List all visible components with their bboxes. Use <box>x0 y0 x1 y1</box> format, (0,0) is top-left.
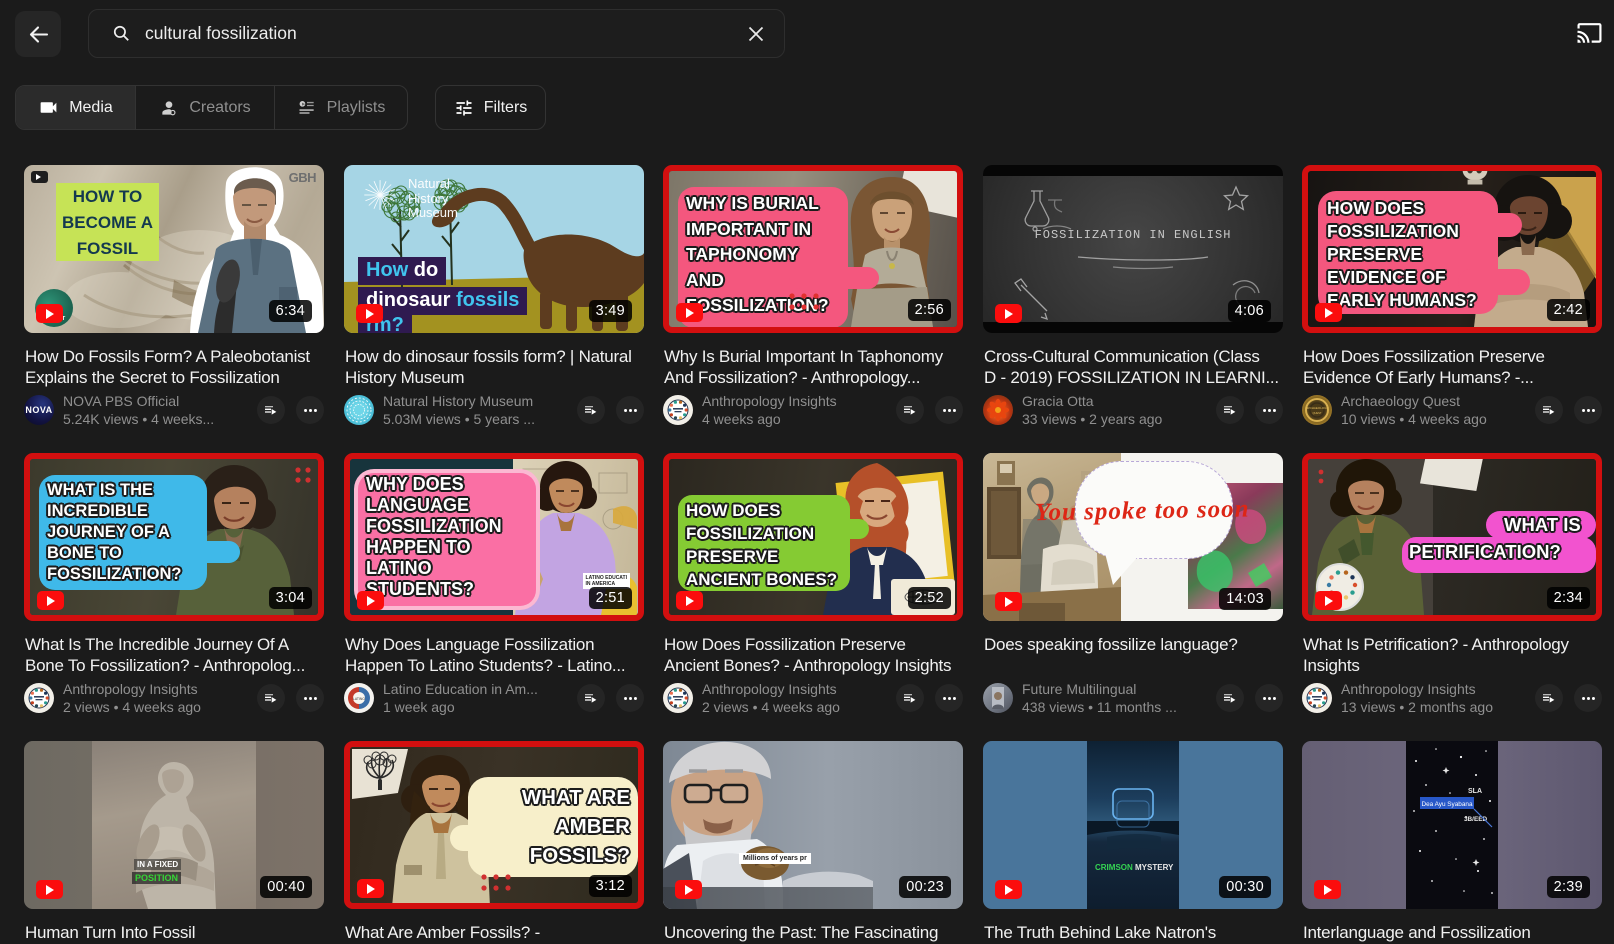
svg-text:ARCHAEOLOGY: ARCHAEOLOGY <box>1305 406 1328 410</box>
svg-text:Dea Ayu Syabana: Dea Ayu Syabana <box>1421 801 1472 808</box>
svg-text:QUEST: QUEST <box>1313 411 1322 415</box>
svg-text:SLA: SLA <box>1468 788 1482 795</box>
svg-text:LATINO: LATINO <box>353 697 365 701</box>
